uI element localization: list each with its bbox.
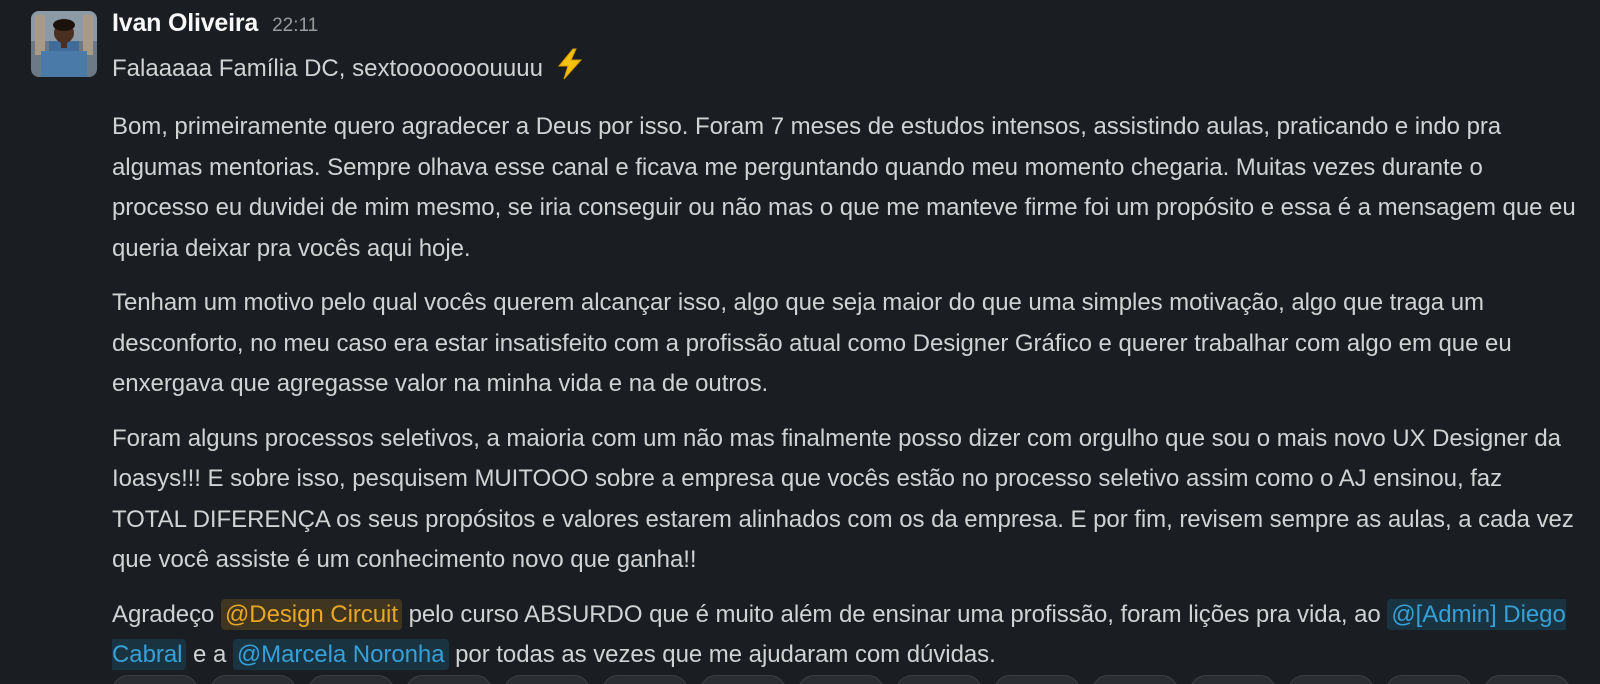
greeting-line: Falaaaaa Família DC, sextooooooouuuu xyxy=(112,48,1582,93)
timestamp[interactable]: 22:11 xyxy=(272,15,318,37)
greeting-text: Falaaaaa Família DC, sextooooooouuuu xyxy=(112,55,543,82)
zap-icon[interactable] xyxy=(554,48,586,93)
reaction-pill[interactable] xyxy=(1484,675,1570,684)
reaction-pill[interactable] xyxy=(308,675,394,684)
paragraph-text: e a xyxy=(186,641,233,668)
reaction-pill[interactable] xyxy=(210,675,296,684)
paragraph-text: Agradeço xyxy=(112,600,221,628)
reaction-pill[interactable] xyxy=(700,675,786,684)
reaction-pill[interactable] xyxy=(1386,675,1472,684)
reaction-pill[interactable] xyxy=(994,675,1080,684)
message-paragraph-3: Foram alguns processos seletivos, a maio… xyxy=(112,424,1574,574)
paragraph-text: por todas as vezes que me ajudaram com d… xyxy=(448,641,996,668)
reactions-row xyxy=(112,675,1570,684)
message-header: Ivan Oliveira 22:11 xyxy=(112,4,1582,48)
reaction-pill[interactable] xyxy=(1288,675,1374,684)
reaction-pill[interactable] xyxy=(112,675,198,684)
author-name[interactable]: Ivan Oliveira xyxy=(112,9,258,38)
mention-design-circuit[interactable]: @Design Circuit xyxy=(220,598,402,630)
message-paragraph-4: Agradeço @Design Circuit pelo curso ABSU… xyxy=(112,595,1582,676)
reaction-pill[interactable] xyxy=(798,675,884,684)
message-content: Ivan Oliveira 22:11 Falaaaaa Família DC,… xyxy=(112,4,1582,676)
reaction-pill[interactable] xyxy=(1092,675,1178,684)
message-paragraph-2: Tenham um motivo pelo qual vocês querem … xyxy=(112,289,1512,397)
reaction-pill[interactable] xyxy=(406,675,492,684)
avatar[interactable] xyxy=(31,11,97,77)
message-paragraph-1: Bom, primeiramente quero agradecer a Deu… xyxy=(112,113,1576,262)
mention-marcela-noronha[interactable]: @Marcela Noronha xyxy=(232,639,449,670)
reaction-pill[interactable] xyxy=(504,675,590,684)
message: Ivan Oliveira 22:11 Falaaaaa Família DC,… xyxy=(0,0,1600,684)
reaction-pill[interactable] xyxy=(602,675,688,684)
reaction-pill[interactable] xyxy=(896,675,982,684)
reaction-pill[interactable] xyxy=(1190,675,1276,684)
paragraph-text: pelo curso ABSURDO que é muito além de e… xyxy=(401,600,1388,628)
